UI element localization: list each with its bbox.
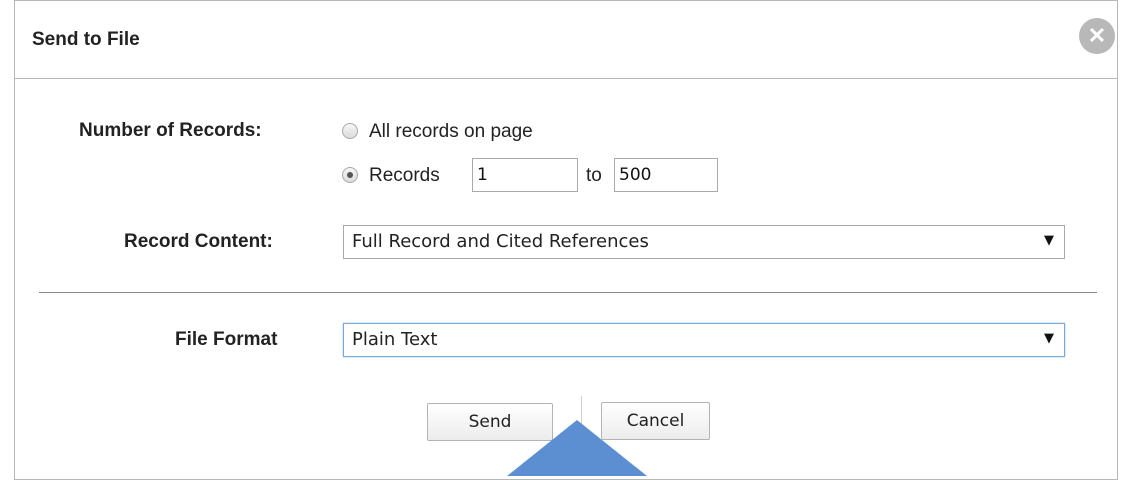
file-format-select[interactable]: Plain Text ▼ <box>343 323 1065 357</box>
record-content-select[interactable]: Full Record and Cited References ▼ <box>343 225 1065 259</box>
records-to-label: to <box>586 165 602 186</box>
radio-all-records[interactable] <box>342 123 358 139</box>
record-content-label: Record Content: <box>124 231 273 252</box>
records-from-input[interactable] <box>472 158 578 192</box>
file-format-value: Plain Text <box>352 329 438 350</box>
dropdown-arrow-icon: ▼ <box>1044 233 1054 248</box>
radio-all-records-label: All records on page <box>369 121 533 142</box>
file-format-label: File Format <box>175 329 278 350</box>
dialog-header: Send to File ✕ <box>15 1 1117 79</box>
radio-records-range-label: Records <box>369 165 440 186</box>
send-to-file-dialog: Send to File ✕ Number of Records: All re… <box>14 0 1118 480</box>
records-label: Number of Records: <box>79 120 262 141</box>
records-to-input[interactable] <box>614 158 718 192</box>
record-content-value: Full Record and Cited References <box>352 231 649 252</box>
dialog-title: Send to File <box>32 29 140 50</box>
close-icon[interactable]: ✕ <box>1079 18 1115 54</box>
callout-arrow-icon <box>507 420 647 476</box>
radio-records-range[interactable] <box>342 167 358 183</box>
section-divider <box>39 292 1097 293</box>
dropdown-arrow-icon: ▼ <box>1044 331 1054 346</box>
